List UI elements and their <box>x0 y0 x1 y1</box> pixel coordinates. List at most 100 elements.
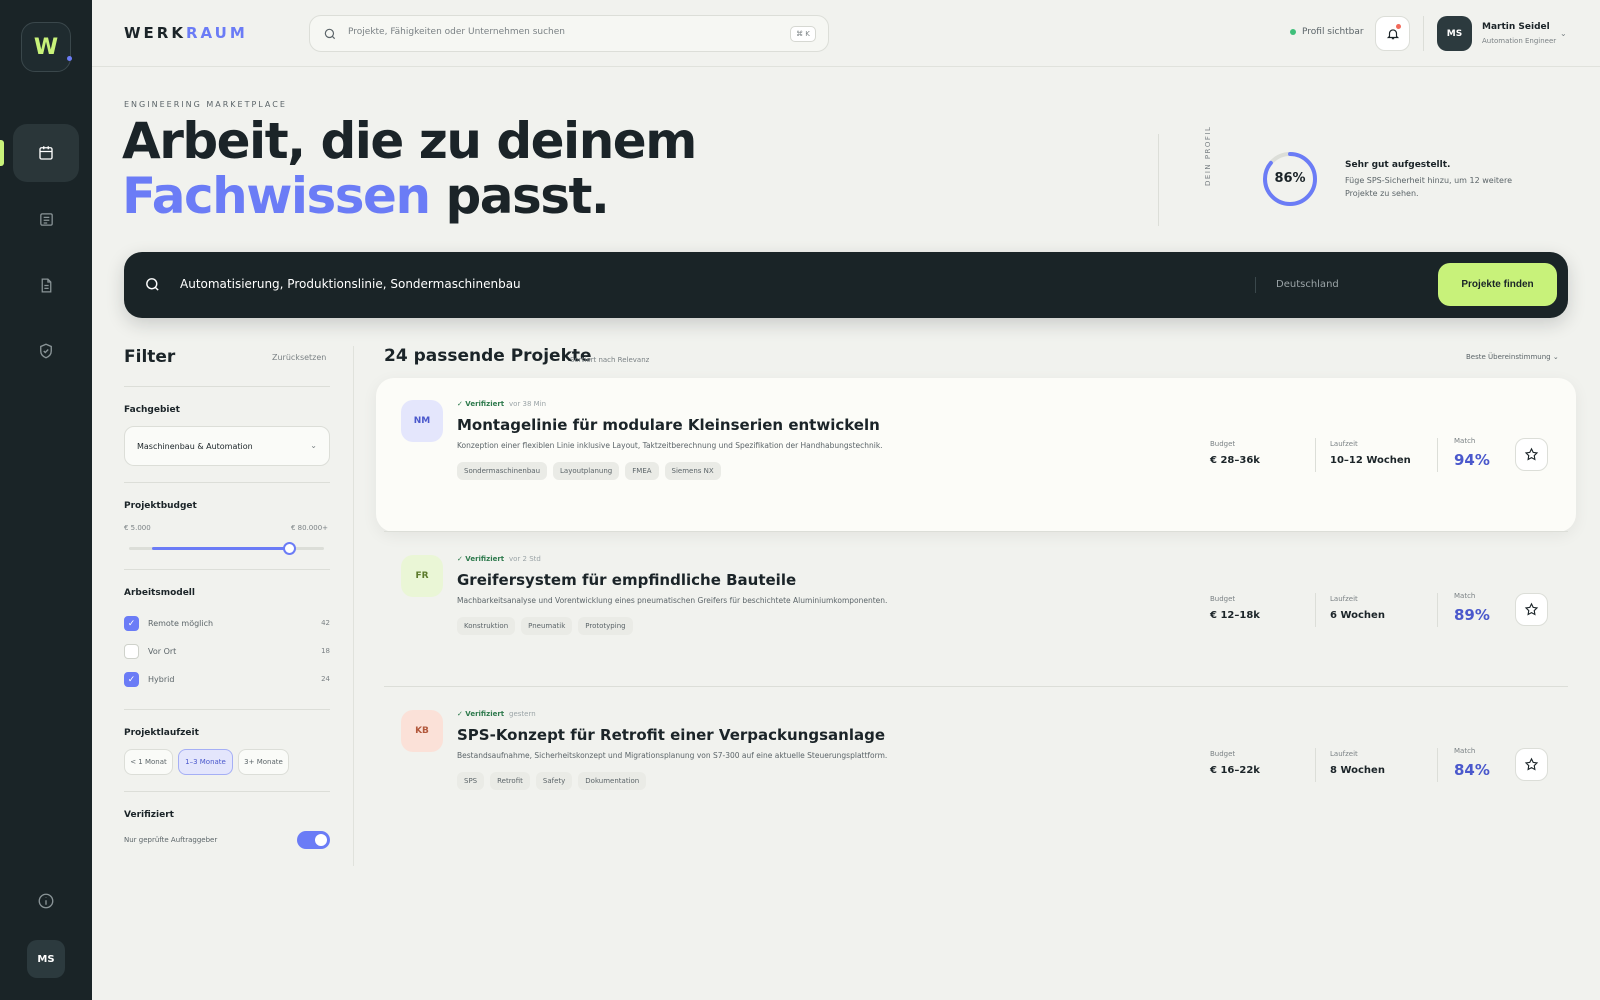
checkbox-label: Vor Ort <box>148 647 177 656</box>
checkbox[interactable]: ✓ <box>124 672 139 687</box>
arbeitsmodell-option[interactable]: Vor Ort 18 <box>124 644 330 660</box>
brand-suffix: RAUM <box>185 24 248 42</box>
star-icon <box>1524 602 1539 616</box>
stat-divider <box>1437 438 1438 472</box>
budget-slider[interactable] <box>129 542 324 555</box>
global-search[interactable]: Projekte, Fähigkeiten oder Unternehmen s… <box>309 15 829 52</box>
project-search-input[interactable]: Automatisierung, Produktionslinie, Sonde… <box>180 277 521 291</box>
notifications-button[interactable] <box>1375 16 1410 51</box>
skill-tag: Dokumentation <box>578 772 647 790</box>
company-logo: KB <box>401 710 443 752</box>
nav-item-documents[interactable] <box>13 190 79 248</box>
card-divider <box>384 686 1568 687</box>
search-placeholder: Projekte, Fähigkeiten oder Unternehmen s… <box>348 27 565 37</box>
duration-label: Laufzeit <box>1330 750 1358 758</box>
budget-label: Budget <box>1210 750 1236 758</box>
project-title[interactable]: Greifersystem für empfindliche Bauteile <box>457 571 796 589</box>
profile-visibility[interactable]: Profil sichtbar <box>1290 27 1364 37</box>
find-projects-button[interactable]: Projekte finden <box>1438 263 1557 306</box>
nav-item-info[interactable] <box>13 872 79 930</box>
search-icon <box>324 28 336 40</box>
profile-headline: Sehr gut aufgestellt. <box>1345 160 1451 170</box>
budget-slider-handle[interactable] <box>282 542 296 555</box>
logo-dot <box>67 56 72 61</box>
posted-time: vor 38 Min <box>509 400 547 408</box>
laufzeit-chip[interactable]: 1–3 Monate <box>178 749 233 775</box>
nav-item-security[interactable] <box>13 322 79 380</box>
laufzeit-chip[interactable]: 3+ Monate <box>238 749 289 775</box>
budget-min: € 5.000 <box>124 524 151 532</box>
arbeitsmodell-option[interactable]: ✓ Hybrid 24 <box>124 672 330 688</box>
project-title[interactable]: Montagelinie für modulare Kleinserien en… <box>457 416 880 434</box>
checkbox-label: Remote möglich <box>148 619 214 628</box>
option-count: 42 <box>321 619 330 627</box>
duration-label: Laufzeit <box>1330 440 1358 448</box>
option-count: 24 <box>321 675 330 683</box>
stat-divider <box>1315 748 1316 782</box>
search-shortcut: ⌘ K <box>790 26 816 42</box>
checkbox[interactable] <box>124 644 139 659</box>
project-title[interactable]: SPS-Konzept für Retrofit einer Verpackun… <box>457 726 885 744</box>
nav-item-calendar[interactable] <box>13 124 79 182</box>
checkbox[interactable]: ✓ <box>124 616 139 631</box>
hero-eyebrow: ENGINEERING MARKETPLACE <box>124 100 287 109</box>
location-select[interactable]: Deutschland <box>1276 279 1339 290</box>
document-icon <box>39 212 53 226</box>
visibility-label: Profil sichtbar <box>1302 27 1364 37</box>
hero-title-rest: passt. <box>429 167 609 225</box>
stat-divider <box>1315 593 1316 627</box>
project-tags: Sondermaschinenbau Layoutplanung FMEA Sieme… <box>457 462 721 480</box>
brand-prefix: WERK <box>124 24 186 42</box>
verified-badge: ✓ Verifiziert <box>457 710 505 718</box>
app-logo[interactable]: W <box>21 22 72 72</box>
stat-divider <box>1315 438 1316 472</box>
budget-slider-fill <box>152 547 289 550</box>
bookmark-button[interactable] <box>1515 748 1548 781</box>
calendar-icon <box>39 146 53 160</box>
topbar: WERKRAUM Projekte, Fähigkeiten oder Unte… <box>92 0 1600 67</box>
user-avatar[interactable]: MS <box>1437 16 1472 51</box>
user-role: Automation Engineer <box>1482 37 1557 45</box>
brand-wordmark[interactable]: WERKRAUM <box>124 24 248 42</box>
star-icon <box>1524 447 1539 461</box>
search-separator <box>1255 277 1256 293</box>
laufzeit-chip[interactable]: < 1 Monat <box>124 749 173 775</box>
chevron-down-icon[interactable]: ⌄ <box>1560 29 1567 38</box>
info-icon <box>38 893 54 909</box>
match-value: 89% <box>1454 606 1490 624</box>
hero-title: Arbeit, die zu deinem Fachwissen passt. <box>122 112 697 225</box>
bookmark-button[interactable] <box>1515 593 1548 626</box>
budget-max: € 80.000+ <box>291 524 329 532</box>
user-name[interactable]: Martin Seidel <box>1482 22 1550 32</box>
verified-subtext: Nur geprüfte Auftraggeber <box>124 836 218 844</box>
visibility-dot <box>1290 29 1296 35</box>
chevron-down-icon: ⌄ <box>310 441 317 450</box>
filter-reset-link[interactable]: Zurücksetzen <box>272 353 326 362</box>
hero-title-accent: Fachwissen <box>122 167 431 225</box>
project-card[interactable]: FR ✓ Verifiziert vor 2 Std Greifersystem fü… <box>376 533 1576 687</box>
duration-value: 10–12 Wochen <box>1330 455 1411 466</box>
project-description: Konzeption einer flexiblen Linie inklusi… <box>457 441 883 450</box>
profile-percent: 86% <box>1274 171 1306 186</box>
nav-item-files[interactable] <box>13 256 79 314</box>
fachgebiet-label: Fachgebiet <box>124 405 180 415</box>
sidebar-avatar[interactable]: MS <box>27 940 65 978</box>
bookmark-button[interactable] <box>1515 438 1548 471</box>
laufzeit-label: Projektlaufzeit <box>124 728 199 738</box>
project-card[interactable]: NM ✓ Verifiziert vor 38 Min Montagelinie fü… <box>376 378 1576 532</box>
posted-time: gestern <box>509 710 536 718</box>
filter-divider <box>124 709 330 710</box>
fachgebiet-select[interactable]: Maschinenbau & Automation ⌄ <box>124 426 330 466</box>
hero-title-line1: Arbeit, die zu deinem <box>122 112 697 170</box>
sort-select[interactable]: Beste Übereinstimmung ⌄ <box>1466 353 1559 361</box>
project-card[interactable]: KB ✓ Verifiziert gestern SPS-Konzept für Re… <box>376 688 1576 842</box>
match-value: 84% <box>1454 761 1490 779</box>
skill-tag: Sondermaschinenbau <box>457 462 548 480</box>
duration-value: 8 Wochen <box>1330 765 1385 776</box>
option-count: 18 <box>321 647 330 655</box>
skill-tag: Layoutplanung <box>553 462 620 480</box>
verified-toggle[interactable] <box>297 831 330 849</box>
arbeitsmodell-option[interactable]: ✓ Remote möglich 42 <box>124 616 330 632</box>
skill-tag: Pneumatik <box>521 617 573 635</box>
hero-divider <box>1158 134 1159 226</box>
